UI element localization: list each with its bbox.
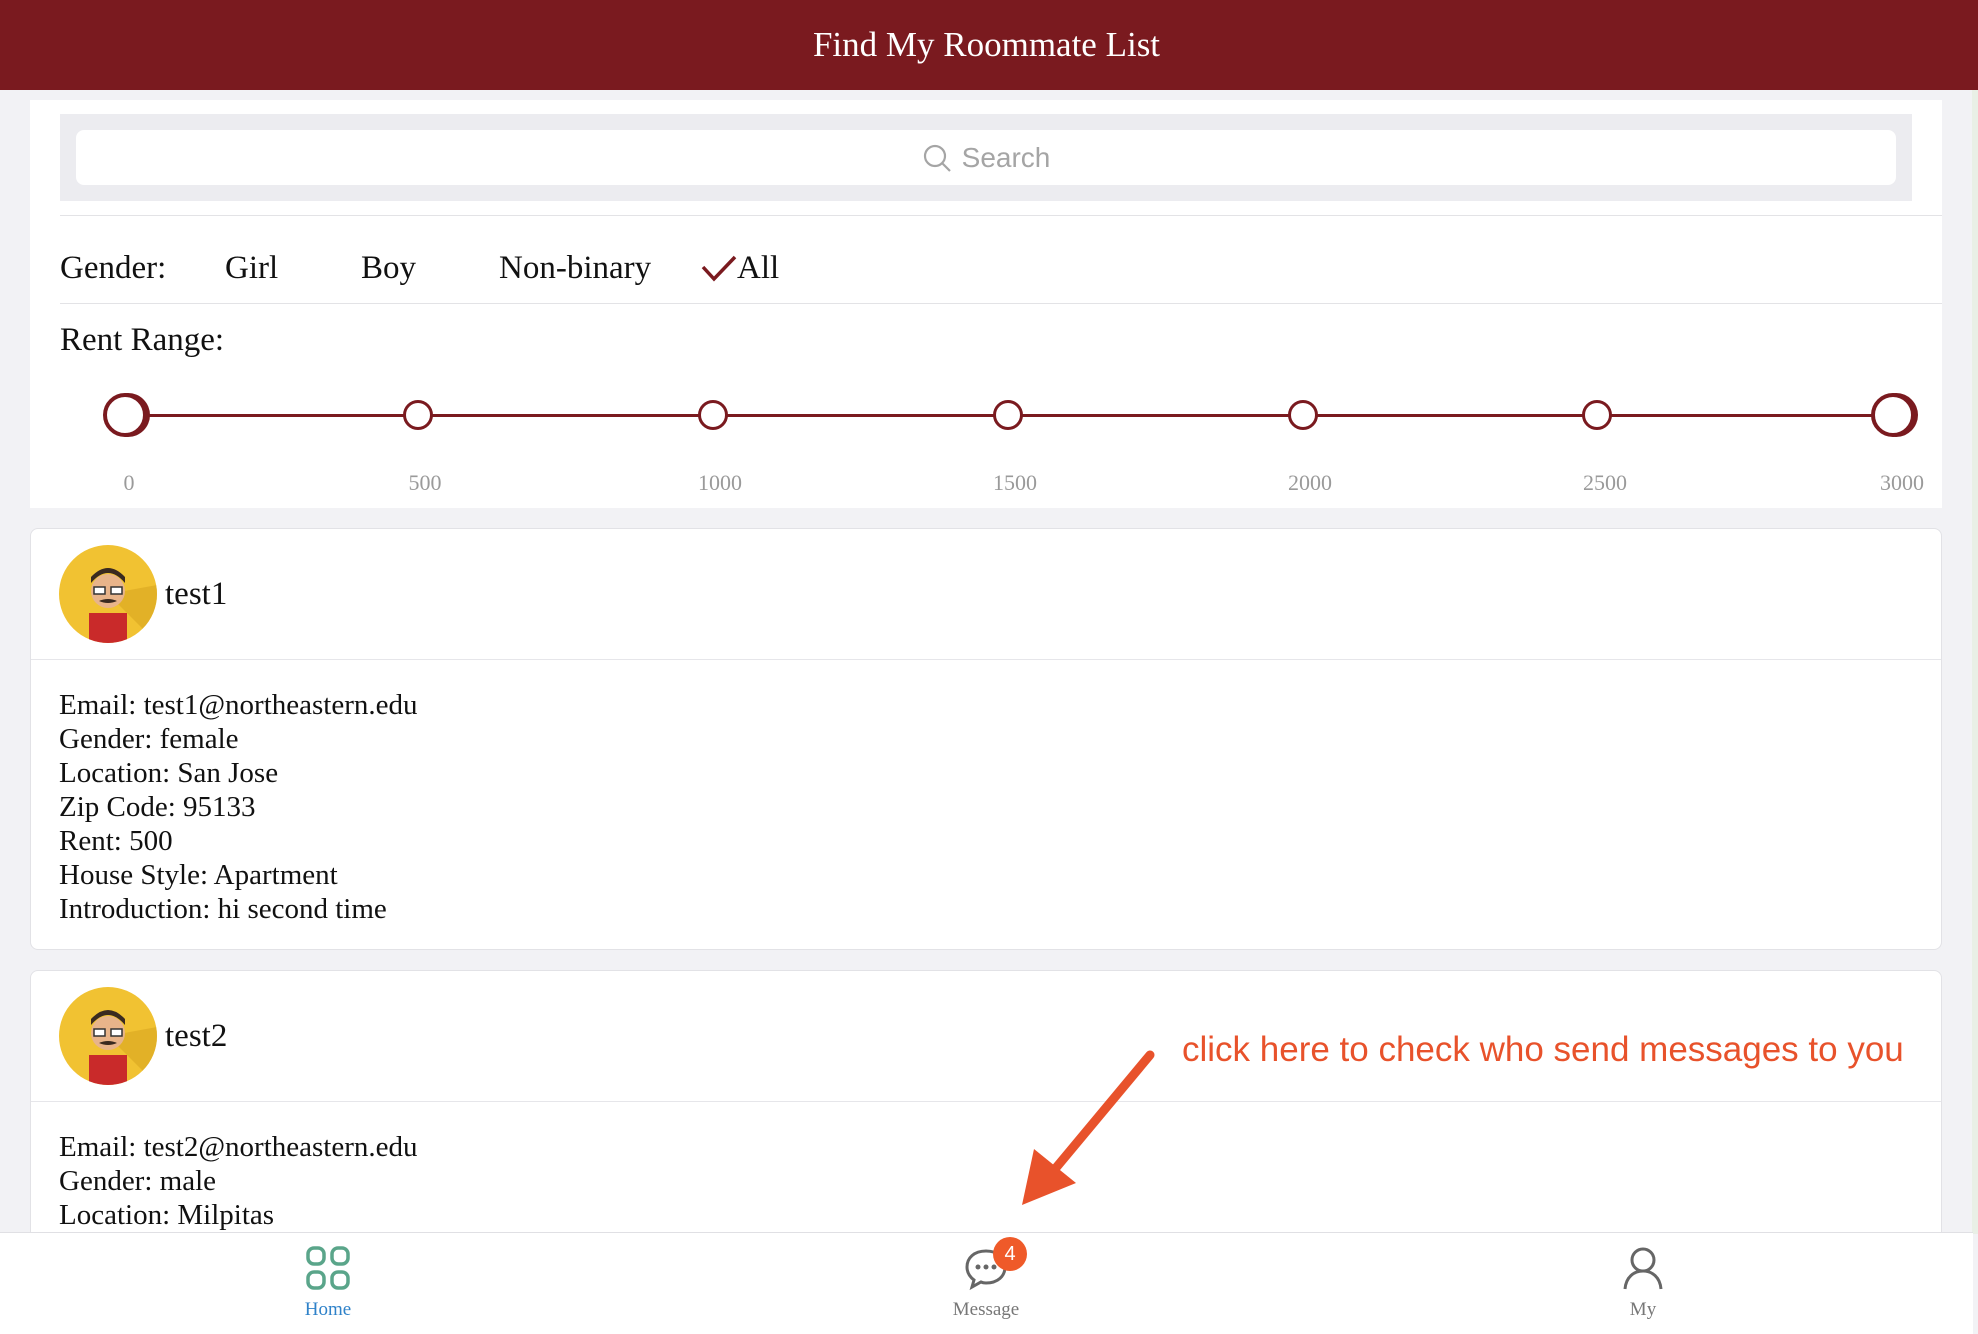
divider xyxy=(60,215,1942,216)
rent-tick: 2000 xyxy=(1288,470,1332,495)
gender-option-boy[interactable]: Boy xyxy=(361,250,499,287)
detail-introduction: Introduction: hi second time xyxy=(59,893,387,925)
detail-email: Email: test1@northeastern.edu xyxy=(59,689,418,721)
divider xyxy=(60,303,1942,304)
gender-option-non-binary[interactable]: Non-binary xyxy=(499,250,701,287)
search-icon xyxy=(923,144,951,172)
annotation-arrow-icon xyxy=(1022,1050,1155,1205)
card-details: Email: test1@northeastern.edu Gender: fe… xyxy=(31,660,1941,926)
detail-rent: Rent: 500 xyxy=(59,825,173,857)
grid-icon xyxy=(305,1245,351,1295)
gender-filter: Gender: Girl Boy Non-binary All xyxy=(60,236,779,300)
detail-gender: Gender: female xyxy=(59,723,239,755)
search-placeholder: Search xyxy=(961,141,1051,173)
slider-step-dot xyxy=(1582,400,1612,430)
slider-step-dot xyxy=(993,400,1023,430)
slider-min-handle[interactable] xyxy=(103,393,147,437)
rent-tick: 500 xyxy=(408,470,442,495)
roommate-card[interactable]: test2 Email: test2@northeastern.edu Gend… xyxy=(30,970,1942,1240)
tab-my-label: My xyxy=(1629,1299,1657,1320)
slider-step-dot xyxy=(1288,400,1318,430)
rent-tick: 1500 xyxy=(993,470,1037,495)
gender-option-all-label: All xyxy=(737,249,780,286)
search-input[interactable]: Search xyxy=(76,130,1896,185)
rent-tick: 3000 xyxy=(1880,470,1924,495)
avatar xyxy=(59,545,157,643)
detail-house-style: House Style: Apartment xyxy=(59,859,338,891)
slider-step-dot xyxy=(698,400,728,430)
tab-home-label: Home xyxy=(304,1299,352,1320)
avatar xyxy=(59,987,157,1085)
detail-location: Location: Milpitas xyxy=(59,1199,275,1231)
rent-tick-labels: 0 500 1000 1500 2000 2500 3000 xyxy=(95,470,1925,500)
detail-gender: Gender: male xyxy=(59,1165,217,1197)
chat-icon: 4 xyxy=(963,1237,1027,1295)
detail-location: Location: San Jose xyxy=(59,757,279,789)
user-icon xyxy=(1620,1245,1666,1295)
slider-max-handle[interactable] xyxy=(1871,393,1915,437)
roommate-name: test2 xyxy=(165,1017,228,1054)
window-edge xyxy=(1972,90,1978,1234)
rent-tick: 0 xyxy=(123,470,135,495)
bottom-tab-bar: Home 4 Message My xyxy=(0,1232,1973,1334)
gender-option-all[interactable]: All xyxy=(701,250,779,287)
tab-message-label: Message xyxy=(952,1299,1020,1320)
filter-panel: Search Gender: Girl Boy Non-binary All R… xyxy=(30,100,1942,508)
app-header: Find My Roommate List xyxy=(0,0,1978,90)
tab-message[interactable]: 4 Message xyxy=(886,1233,1086,1333)
tab-my[interactable]: My xyxy=(1543,1233,1743,1333)
card-header: test1 xyxy=(31,529,1941,660)
checkmark-icon xyxy=(701,255,737,282)
gender-label: Gender: xyxy=(60,249,167,286)
tab-home[interactable]: Home xyxy=(228,1233,428,1333)
rent-tick: 1000 xyxy=(698,470,742,495)
roommate-card[interactable]: test1 Email: test1@northeastern.edu Gend… xyxy=(30,528,1942,950)
rent-range-slider[interactable] xyxy=(95,390,1925,440)
roommate-name: test1 xyxy=(165,575,228,612)
search-bar: Search xyxy=(60,114,1912,201)
card-details: Email: test2@northeastern.edu Gender: ma… xyxy=(31,1102,1941,1232)
gender-option-girl[interactable]: Girl xyxy=(225,250,361,287)
message-count-badge: 4 xyxy=(993,1237,1027,1271)
detail-email: Email: test2@northeastern.edu xyxy=(59,1131,418,1163)
rent-tick: 2500 xyxy=(1583,470,1627,495)
slider-step-dot xyxy=(403,400,433,430)
rent-range-label: Rent Range: xyxy=(60,322,225,358)
detail-zip: Zip Code: 95133 xyxy=(59,791,256,823)
annotation-text: click here to check who send messages to… xyxy=(1182,1030,1904,1069)
page-title: Find My Roommate List xyxy=(812,25,1161,64)
